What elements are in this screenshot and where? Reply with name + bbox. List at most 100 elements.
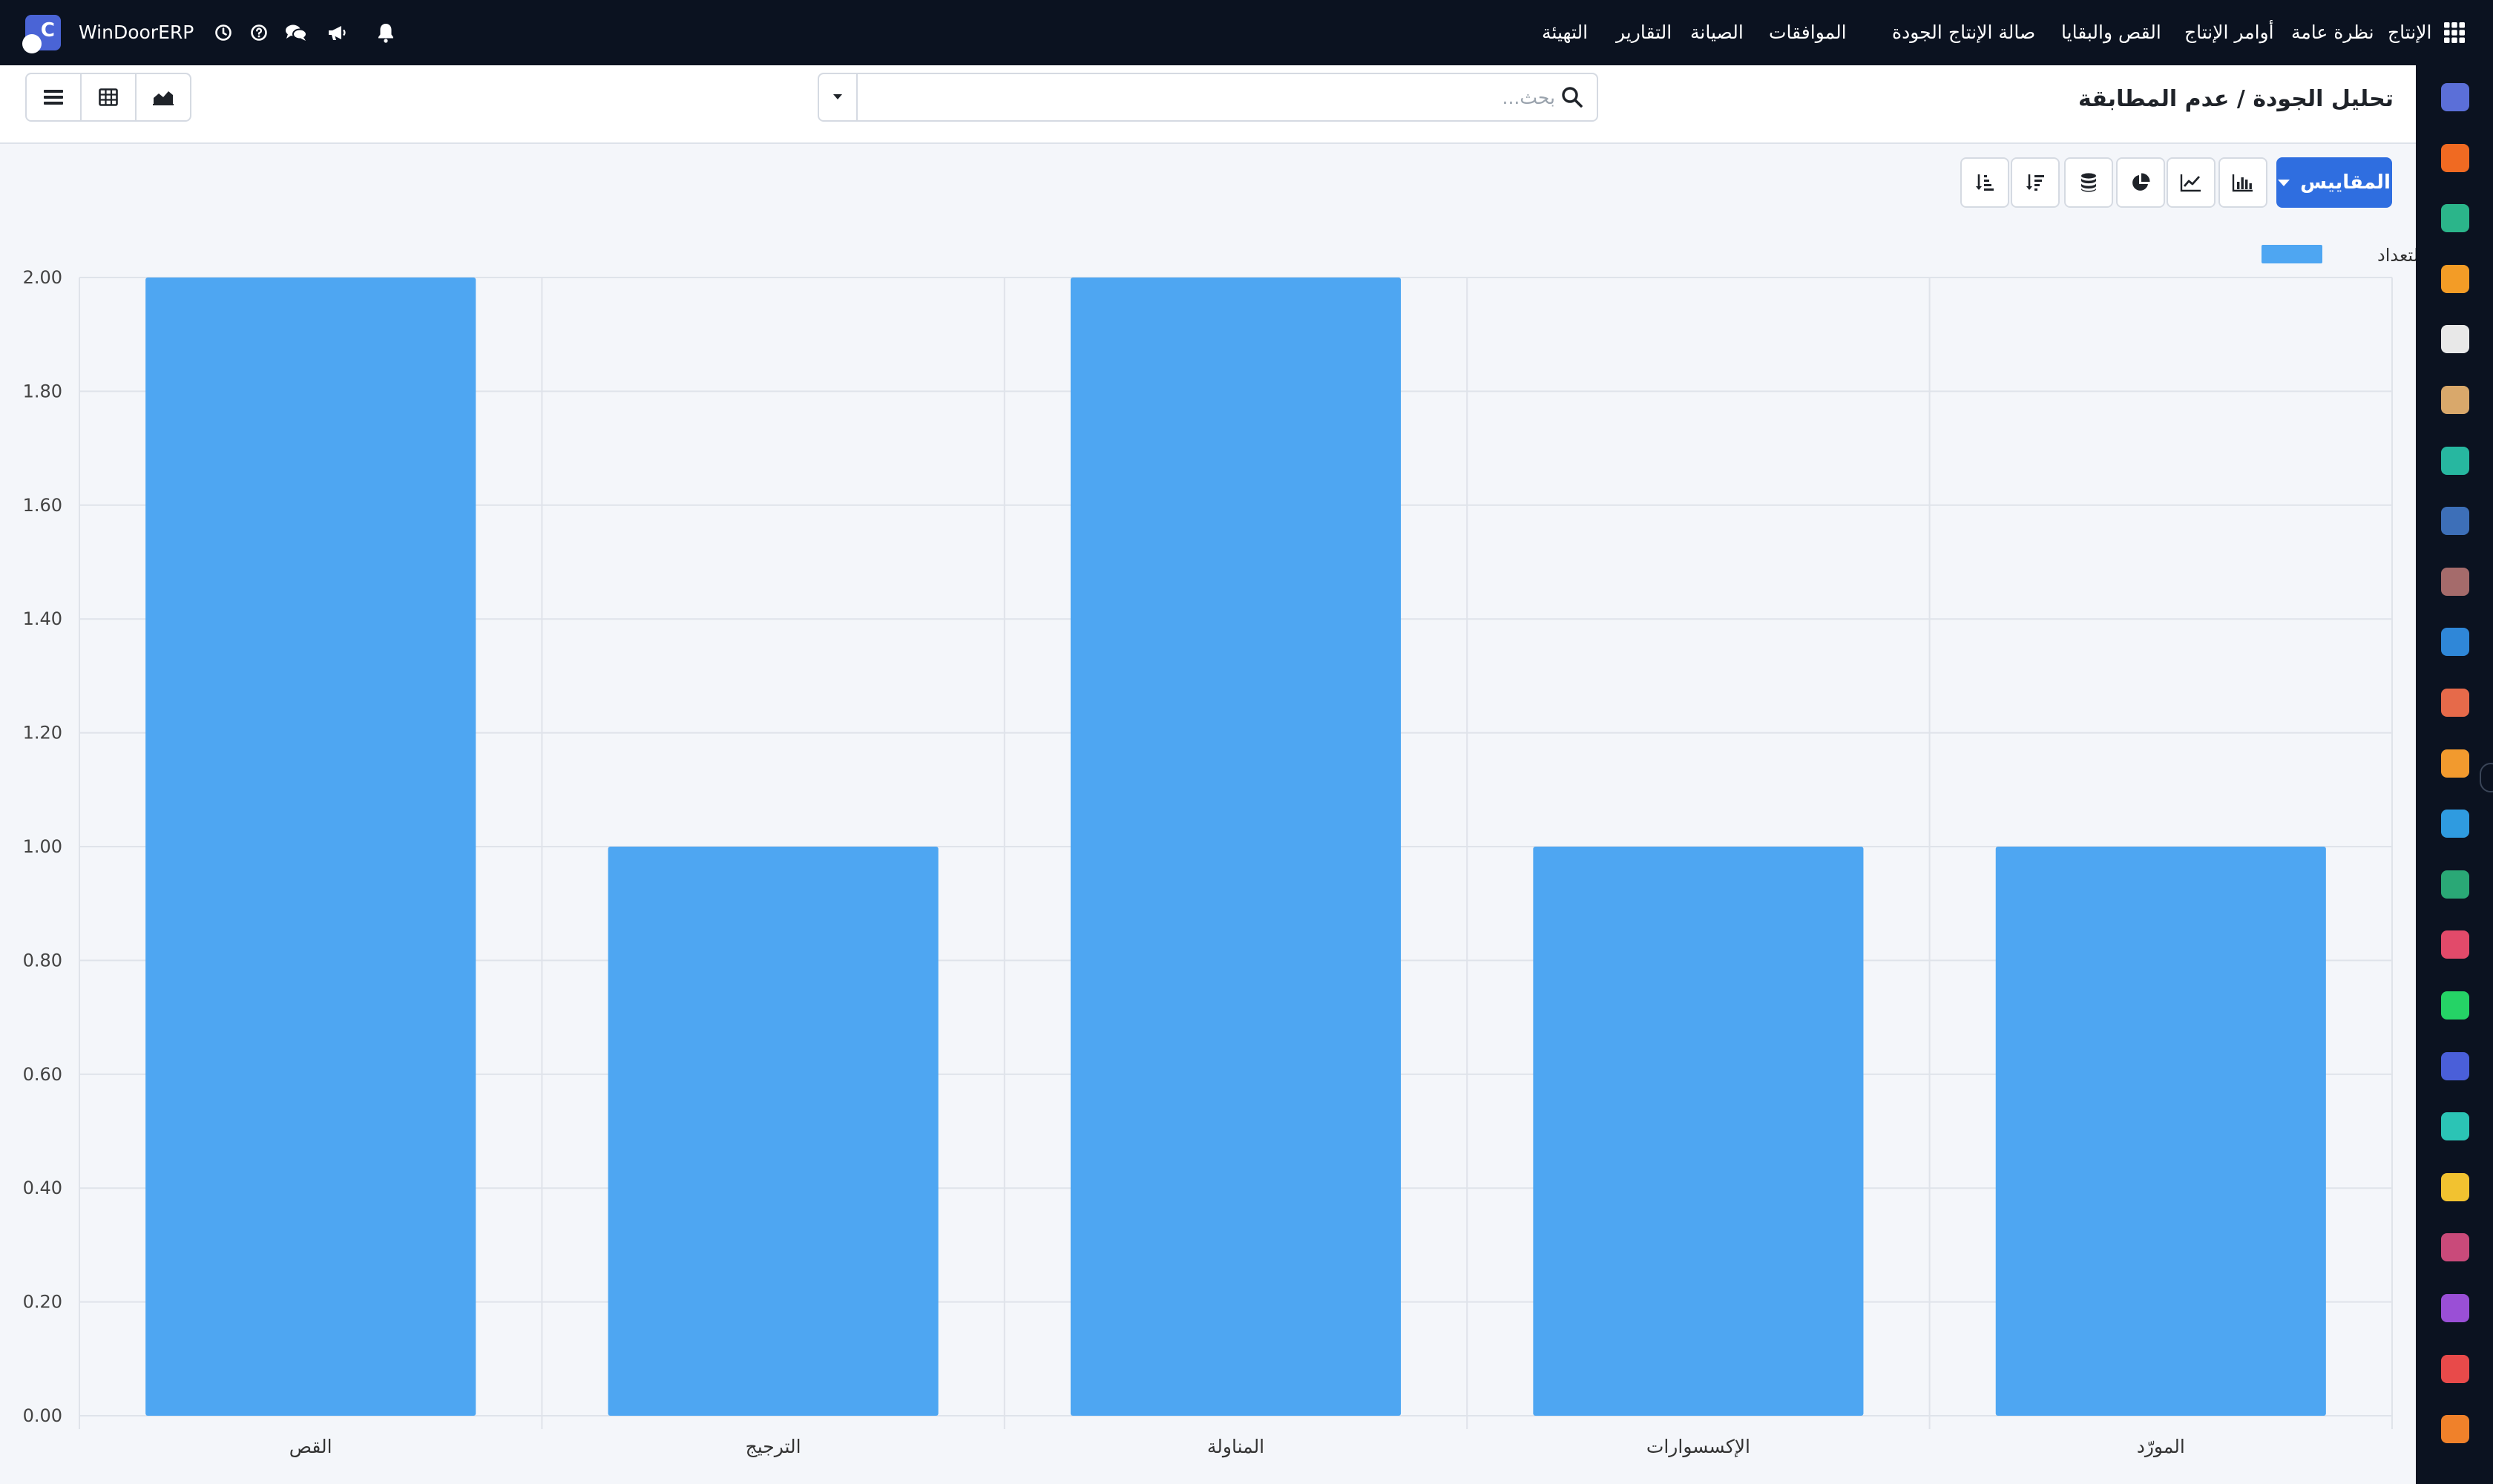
payroll-app-icon[interactable] bbox=[2441, 1233, 2469, 1262]
product-app-icon[interactable] bbox=[2441, 567, 2469, 596]
y-tick-label: 0.00 bbox=[23, 1405, 62, 1426]
chart-bar[interactable] bbox=[1070, 278, 1402, 1416]
y-tick-label: 0.40 bbox=[23, 1178, 62, 1198]
bell-icon[interactable] bbox=[372, 0, 399, 65]
pie-chart-icon bbox=[2132, 173, 2150, 191]
search-icon bbox=[1562, 87, 1583, 108]
x-tick-label: الإكسسوارات bbox=[1646, 1436, 1750, 1457]
y-tick-label: 1.60 bbox=[23, 495, 62, 516]
list-icon bbox=[44, 90, 63, 105]
bar-chart-button[interactable] bbox=[2218, 157, 2267, 208]
discuss-app-icon[interactable] bbox=[2441, 143, 2469, 172]
y-tick-label: 1.20 bbox=[23, 723, 62, 743]
megaphone-icon[interactable] bbox=[323, 0, 350, 65]
send-app-icon[interactable] bbox=[2441, 1172, 2469, 1201]
y-tick-label: 1.80 bbox=[23, 381, 62, 401]
menu-production-orders[interactable]: أوامر الإنتاج bbox=[2184, 0, 2274, 65]
measures-label: المقاييس bbox=[2300, 171, 2391, 194]
y-tick-label: 0.20 bbox=[23, 1292, 62, 1313]
legend-swatch bbox=[2262, 245, 2322, 263]
menu-production-hall[interactable]: صالة الإنتاج bbox=[1948, 0, 2035, 65]
top-navbar: C WinDoorERP الإنتاج نظرة عامة أوامر الإ… bbox=[0, 0, 2493, 65]
hexagon-app-icon[interactable] bbox=[2441, 1294, 2469, 1322]
legend-label: التعداد bbox=[2377, 245, 2416, 266]
chart-y-axis: 0.00 0.20 0.40 0.60 0.80 1.00 1.20 1.40 1.60 1.80… bbox=[23, 267, 62, 1426]
invoicing-app-icon[interactable] bbox=[2441, 628, 2469, 657]
pie-chart-button[interactable] bbox=[2116, 157, 2165, 208]
menu-overview[interactable]: نظرة عامة bbox=[2291, 0, 2374, 65]
bar-chart-icon bbox=[2232, 174, 2253, 192]
breadcrumb: تحليل الجودة / عدم المطابقة bbox=[2078, 86, 2394, 112]
chart-bars bbox=[145, 278, 2326, 1416]
menu-cutting-remnants[interactable]: القص والبقايا bbox=[2061, 0, 2161, 65]
chart-app-icon[interactable] bbox=[2441, 1354, 2469, 1383]
chart-x-axis: القص الترجيج المناولة الإكسسوارات المورّد bbox=[289, 1436, 2185, 1458]
company-logo[interactable]: C bbox=[22, 15, 61, 53]
search-box bbox=[818, 73, 1598, 122]
chart-bar[interactable] bbox=[1995, 847, 2326, 1416]
caret-down-icon bbox=[833, 94, 842, 99]
knowledge-app-icon[interactable] bbox=[2441, 507, 2469, 536]
bar-chart: 0.00 0.20 0.40 0.60 0.80 1.00 1.20 1.40 1.60 1.80… bbox=[23, 245, 2416, 1458]
quality-app-icon[interactable] bbox=[2441, 386, 2469, 414]
x-tick-label: المناولة bbox=[1207, 1436, 1264, 1458]
control-panel: تحليل الجودة / عدم المطابقة bbox=[0, 65, 2416, 144]
app-sidebar bbox=[2416, 65, 2493, 1484]
sign-app-icon[interactable] bbox=[2441, 810, 2469, 838]
line-chart-button[interactable] bbox=[2167, 157, 2216, 208]
sort-ascending-icon bbox=[1976, 174, 1994, 191]
clock-icon[interactable] bbox=[211, 0, 236, 65]
y-tick-label: 1.40 bbox=[23, 608, 62, 629]
graph-view-button[interactable] bbox=[135, 73, 191, 122]
dashboard-app-icon[interactable] bbox=[2441, 264, 2469, 293]
y-tick-label: 0.80 bbox=[23, 950, 62, 971]
wave-app-icon[interactable] bbox=[2441, 1112, 2469, 1141]
sort-descending-button[interactable] bbox=[2011, 157, 2060, 208]
help-icon[interactable] bbox=[246, 0, 272, 65]
apps-app-icon[interactable] bbox=[2441, 930, 2469, 959]
chart-legend[interactable]: التعداد bbox=[2262, 245, 2416, 266]
mail-app-icon[interactable] bbox=[2441, 83, 2469, 111]
y-tick-label: 0.60 bbox=[23, 1064, 62, 1085]
settings-app-icon[interactable] bbox=[2441, 1415, 2469, 1444]
list-view-button[interactable] bbox=[25, 73, 82, 122]
sort-ascending-button[interactable] bbox=[1960, 157, 2009, 208]
x-tick-label: القص bbox=[289, 1436, 332, 1457]
employees-app-icon[interactable] bbox=[2441, 689, 2469, 717]
menu-configuration[interactable]: التهيئة bbox=[1542, 0, 1588, 65]
menu-maintenance[interactable]: الصيانة bbox=[1690, 0, 1744, 65]
menu-quality[interactable]: الجودة bbox=[1892, 0, 1942, 65]
line-chart-icon bbox=[2180, 174, 2201, 192]
calendar-app-icon[interactable] bbox=[2441, 749, 2469, 778]
chart-bar[interactable] bbox=[145, 278, 476, 1416]
y-tick-label: 1.00 bbox=[23, 836, 62, 857]
sidebar-toggle-handle[interactable] bbox=[2480, 763, 2493, 792]
timer-app-icon[interactable] bbox=[2441, 1051, 2469, 1080]
sort-descending-icon bbox=[2026, 174, 2044, 191]
y-tick-label: 2.00 bbox=[23, 267, 62, 288]
stacked-button[interactable] bbox=[2064, 157, 2113, 208]
measures-dropdown-button[interactable]: المقاييس bbox=[2276, 157, 2392, 208]
menu-production[interactable]: الإنتاج bbox=[2388, 0, 2431, 65]
chat-icon[interactable] bbox=[282, 0, 310, 65]
contacts-app-icon[interactable] bbox=[2441, 870, 2469, 899]
menu-approvals[interactable]: الموافقات bbox=[1769, 0, 1847, 65]
pivot-view-button[interactable] bbox=[80, 73, 137, 122]
validation-app-icon[interactable] bbox=[2441, 204, 2469, 233]
chart-bar[interactable] bbox=[1533, 847, 1864, 1416]
tasks-app-icon[interactable] bbox=[2441, 446, 2469, 475]
caret-down-icon bbox=[2278, 179, 2290, 186]
menu-reports[interactable]: التقارير bbox=[1616, 0, 1672, 65]
app-name: WinDoorERP bbox=[79, 22, 194, 43]
area-chart-icon bbox=[153, 91, 174, 105]
chart-bar[interactable] bbox=[608, 847, 939, 1416]
whatsapp-app-icon[interactable] bbox=[2441, 991, 2469, 1020]
x-tick-label: المورّد bbox=[2137, 1436, 2185, 1457]
inventory-app-icon[interactable] bbox=[2441, 325, 2469, 354]
table-icon bbox=[99, 88, 118, 106]
view-switcher bbox=[25, 73, 191, 122]
apps-grid-icon[interactable] bbox=[2441, 0, 2468, 65]
x-tick-label: الترجيج bbox=[746, 1436, 801, 1458]
search-input[interactable] bbox=[858, 74, 1555, 120]
search-options-toggle[interactable] bbox=[819, 74, 858, 120]
